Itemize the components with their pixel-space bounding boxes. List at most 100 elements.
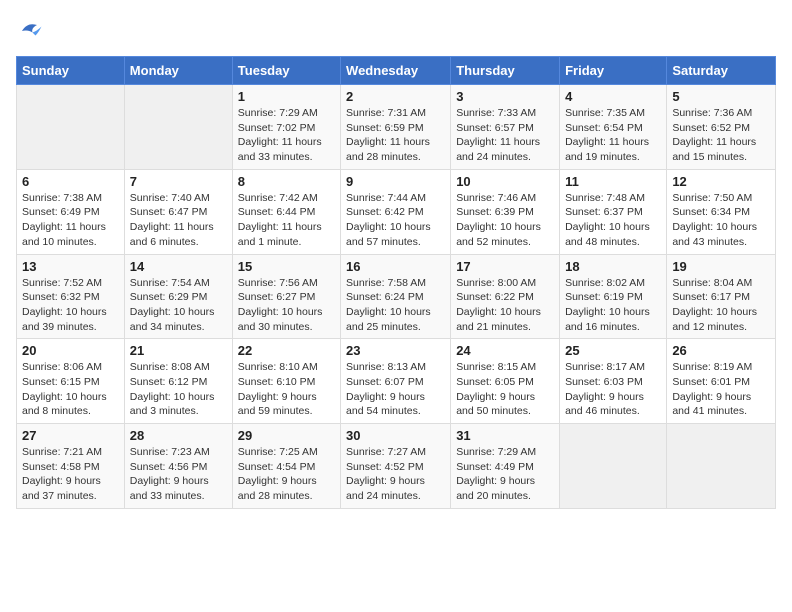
calendar-cell [667, 424, 776, 509]
day-info: Sunrise: 7:52 AM Sunset: 6:32 PM Dayligh… [22, 276, 119, 335]
weekday-header-cell: Wednesday [341, 57, 451, 85]
calendar-cell: 8 Sunrise: 7:42 AM Sunset: 6:44 PM Daylig… [232, 169, 340, 254]
day-info: Sunrise: 7:35 AM Sunset: 6:54 PM Dayligh… [565, 106, 661, 165]
day-info: Sunrise: 8:00 AM Sunset: 6:22 PM Dayligh… [456, 276, 554, 335]
day-info: Sunrise: 7:56 AM Sunset: 6:27 PM Dayligh… [238, 276, 335, 335]
calendar-cell: 25Sunrise: 8:17 AM Sunset: 6:03 PM Dayli… [560, 339, 667, 424]
day-number: 17 [456, 259, 554, 274]
day-info: Sunrise: 7:36 AM Sunset: 6:52 PM Dayligh… [672, 106, 770, 165]
calendar-cell: 7 Sunrise: 7:40 AM Sunset: 6:47 PM Daylig… [124, 169, 232, 254]
day-number: 4 [565, 89, 661, 104]
day-number: 18 [565, 259, 661, 274]
weekday-header-cell: Saturday [667, 57, 776, 85]
day-info: Sunrise: 8:13 AM Sunset: 6:07 PM Dayligh… [346, 360, 445, 419]
day-number: 8 [238, 174, 335, 189]
calendar-cell: 14Sunrise: 7:54 AM Sunset: 6:29 PM Dayli… [124, 254, 232, 339]
calendar-week-row: 27 Sunrise: 7:21 AM Sunset: 4:58 PM Dayli… [17, 424, 776, 509]
day-number: 2 [346, 89, 445, 104]
day-info: Sunrise: 7:42 AM Sunset: 6:44 PM Dayligh… [238, 191, 335, 250]
day-info: Sunrise: 7:31 AM Sunset: 6:59 PM Dayligh… [346, 106, 445, 165]
day-number: 27 [22, 428, 119, 443]
day-info: Sunrise: 7:46 AM Sunset: 6:39 PM Dayligh… [456, 191, 554, 250]
calendar-table: SundayMondayTuesdayWednesdayThursdayFrid… [16, 56, 776, 509]
day-info: Sunrise: 8:02 AM Sunset: 6:19 PM Dayligh… [565, 276, 661, 335]
calendar-cell: 10 Sunrise: 7:46 AM Sunset: 6:39 PM Dayli… [451, 169, 560, 254]
calendar-cell: 22Sunrise: 8:10 AM Sunset: 6:10 PM Dayli… [232, 339, 340, 424]
day-info: Sunrise: 7:29 AM Sunset: 7:02 PM Dayligh… [238, 106, 335, 165]
calendar-cell: 9 Sunrise: 7:44 AM Sunset: 6:42 PM Daylig… [341, 169, 451, 254]
calendar-cell: 3 Sunrise: 7:33 AM Sunset: 6:57 PM Daylig… [451, 85, 560, 170]
day-info: Sunrise: 7:23 AM Sunset: 4:56 PM Dayligh… [130, 445, 227, 504]
calendar-cell [560, 424, 667, 509]
day-number: 19 [672, 259, 770, 274]
calendar-cell [17, 85, 125, 170]
day-info: Sunrise: 7:40 AM Sunset: 6:47 PM Dayligh… [130, 191, 227, 250]
day-info: Sunrise: 7:29 AM Sunset: 4:49 PM Dayligh… [456, 445, 554, 504]
calendar-cell: 20Sunrise: 8:06 AM Sunset: 6:15 PM Dayli… [17, 339, 125, 424]
day-number: 7 [130, 174, 227, 189]
page-header [16, 16, 776, 46]
day-number: 24 [456, 343, 554, 358]
day-info: Sunrise: 8:08 AM Sunset: 6:12 PM Dayligh… [130, 360, 227, 419]
calendar-cell: 13 Sunrise: 7:52 AM Sunset: 6:32 PM Dayli… [17, 254, 125, 339]
day-number: 26 [672, 343, 770, 358]
calendar-cell: 18 Sunrise: 8:02 AM Sunset: 6:19 PM Dayli… [560, 254, 667, 339]
weekday-header-cell: Thursday [451, 57, 560, 85]
day-number: 20 [22, 343, 119, 358]
day-number: 21 [130, 343, 227, 358]
day-number: 3 [456, 89, 554, 104]
day-info: Sunrise: 8:15 AM Sunset: 6:05 PM Dayligh… [456, 360, 554, 419]
day-number: 16 [346, 259, 445, 274]
day-number: 25 [565, 343, 661, 358]
day-number: 1 [238, 89, 335, 104]
calendar-cell [124, 85, 232, 170]
day-number: 28 [130, 428, 227, 443]
day-number: 12 [672, 174, 770, 189]
day-info: Sunrise: 7:33 AM Sunset: 6:57 PM Dayligh… [456, 106, 554, 165]
day-number: 29 [238, 428, 335, 443]
logo [16, 16, 50, 46]
day-number: 23 [346, 343, 445, 358]
calendar-cell: 21 Sunrise: 8:08 AM Sunset: 6:12 PM Dayli… [124, 339, 232, 424]
day-number: 30 [346, 428, 445, 443]
day-info: Sunrise: 8:19 AM Sunset: 6:01 PM Dayligh… [672, 360, 770, 419]
calendar-cell: 6 Sunrise: 7:38 AM Sunset: 6:49 PM Daylig… [17, 169, 125, 254]
calendar-cell: 28 Sunrise: 7:23 AM Sunset: 4:56 PM Dayli… [124, 424, 232, 509]
day-number: 6 [22, 174, 119, 189]
day-number: 14 [130, 259, 227, 274]
day-number: 31 [456, 428, 554, 443]
calendar-cell: 29Sunrise: 7:25 AM Sunset: 4:54 PM Dayli… [232, 424, 340, 509]
calendar-week-row: 1 Sunrise: 7:29 AM Sunset: 7:02 PM Daylig… [17, 85, 776, 170]
calendar-cell: 31 Sunrise: 7:29 AM Sunset: 4:49 PM Dayli… [451, 424, 560, 509]
calendar-cell: 24 Sunrise: 8:15 AM Sunset: 6:05 PM Dayli… [451, 339, 560, 424]
day-number: 11 [565, 174, 661, 189]
day-number: 9 [346, 174, 445, 189]
calendar-cell: 23 Sunrise: 8:13 AM Sunset: 6:07 PM Dayli… [341, 339, 451, 424]
day-number: 10 [456, 174, 554, 189]
calendar-week-row: 13 Sunrise: 7:52 AM Sunset: 6:32 PM Dayli… [17, 254, 776, 339]
calendar-cell: 11 Sunrise: 7:48 AM Sunset: 6:37 PM Dayli… [560, 169, 667, 254]
weekday-header-cell: Monday [124, 57, 232, 85]
day-info: Sunrise: 7:50 AM Sunset: 6:34 PM Dayligh… [672, 191, 770, 250]
day-info: Sunrise: 7:44 AM Sunset: 6:42 PM Dayligh… [346, 191, 445, 250]
day-info: Sunrise: 7:21 AM Sunset: 4:58 PM Dayligh… [22, 445, 119, 504]
day-info: Sunrise: 7:48 AM Sunset: 6:37 PM Dayligh… [565, 191, 661, 250]
calendar-cell: 15Sunrise: 7:56 AM Sunset: 6:27 PM Dayli… [232, 254, 340, 339]
calendar-cell: 19Sunrise: 8:04 AM Sunset: 6:17 PM Dayli… [667, 254, 776, 339]
calendar-cell: 16 Sunrise: 7:58 AM Sunset: 6:24 PM Dayli… [341, 254, 451, 339]
day-info: Sunrise: 7:38 AM Sunset: 6:49 PM Dayligh… [22, 191, 119, 250]
weekday-header-row: SundayMondayTuesdayWednesdayThursdayFrid… [17, 57, 776, 85]
weekday-header-cell: Tuesday [232, 57, 340, 85]
calendar-cell: 26 Sunrise: 8:19 AM Sunset: 6:01 PM Dayli… [667, 339, 776, 424]
weekday-header-cell: Friday [560, 57, 667, 85]
day-info: Sunrise: 7:27 AM Sunset: 4:52 PM Dayligh… [346, 445, 445, 504]
day-info: Sunrise: 7:58 AM Sunset: 6:24 PM Dayligh… [346, 276, 445, 335]
day-number: 5 [672, 89, 770, 104]
calendar-cell: 1 Sunrise: 7:29 AM Sunset: 7:02 PM Daylig… [232, 85, 340, 170]
calendar-cell: 2 Sunrise: 7:31 AM Sunset: 6:59 PM Daylig… [341, 85, 451, 170]
calendar-cell: 5 Sunrise: 7:36 AM Sunset: 6:52 PM Daylig… [667, 85, 776, 170]
calendar-week-row: 6 Sunrise: 7:38 AM Sunset: 6:49 PM Daylig… [17, 169, 776, 254]
day-number: 13 [22, 259, 119, 274]
logo-icon [16, 16, 46, 46]
calendar-cell: 30 Sunrise: 7:27 AM Sunset: 4:52 PM Dayli… [341, 424, 451, 509]
